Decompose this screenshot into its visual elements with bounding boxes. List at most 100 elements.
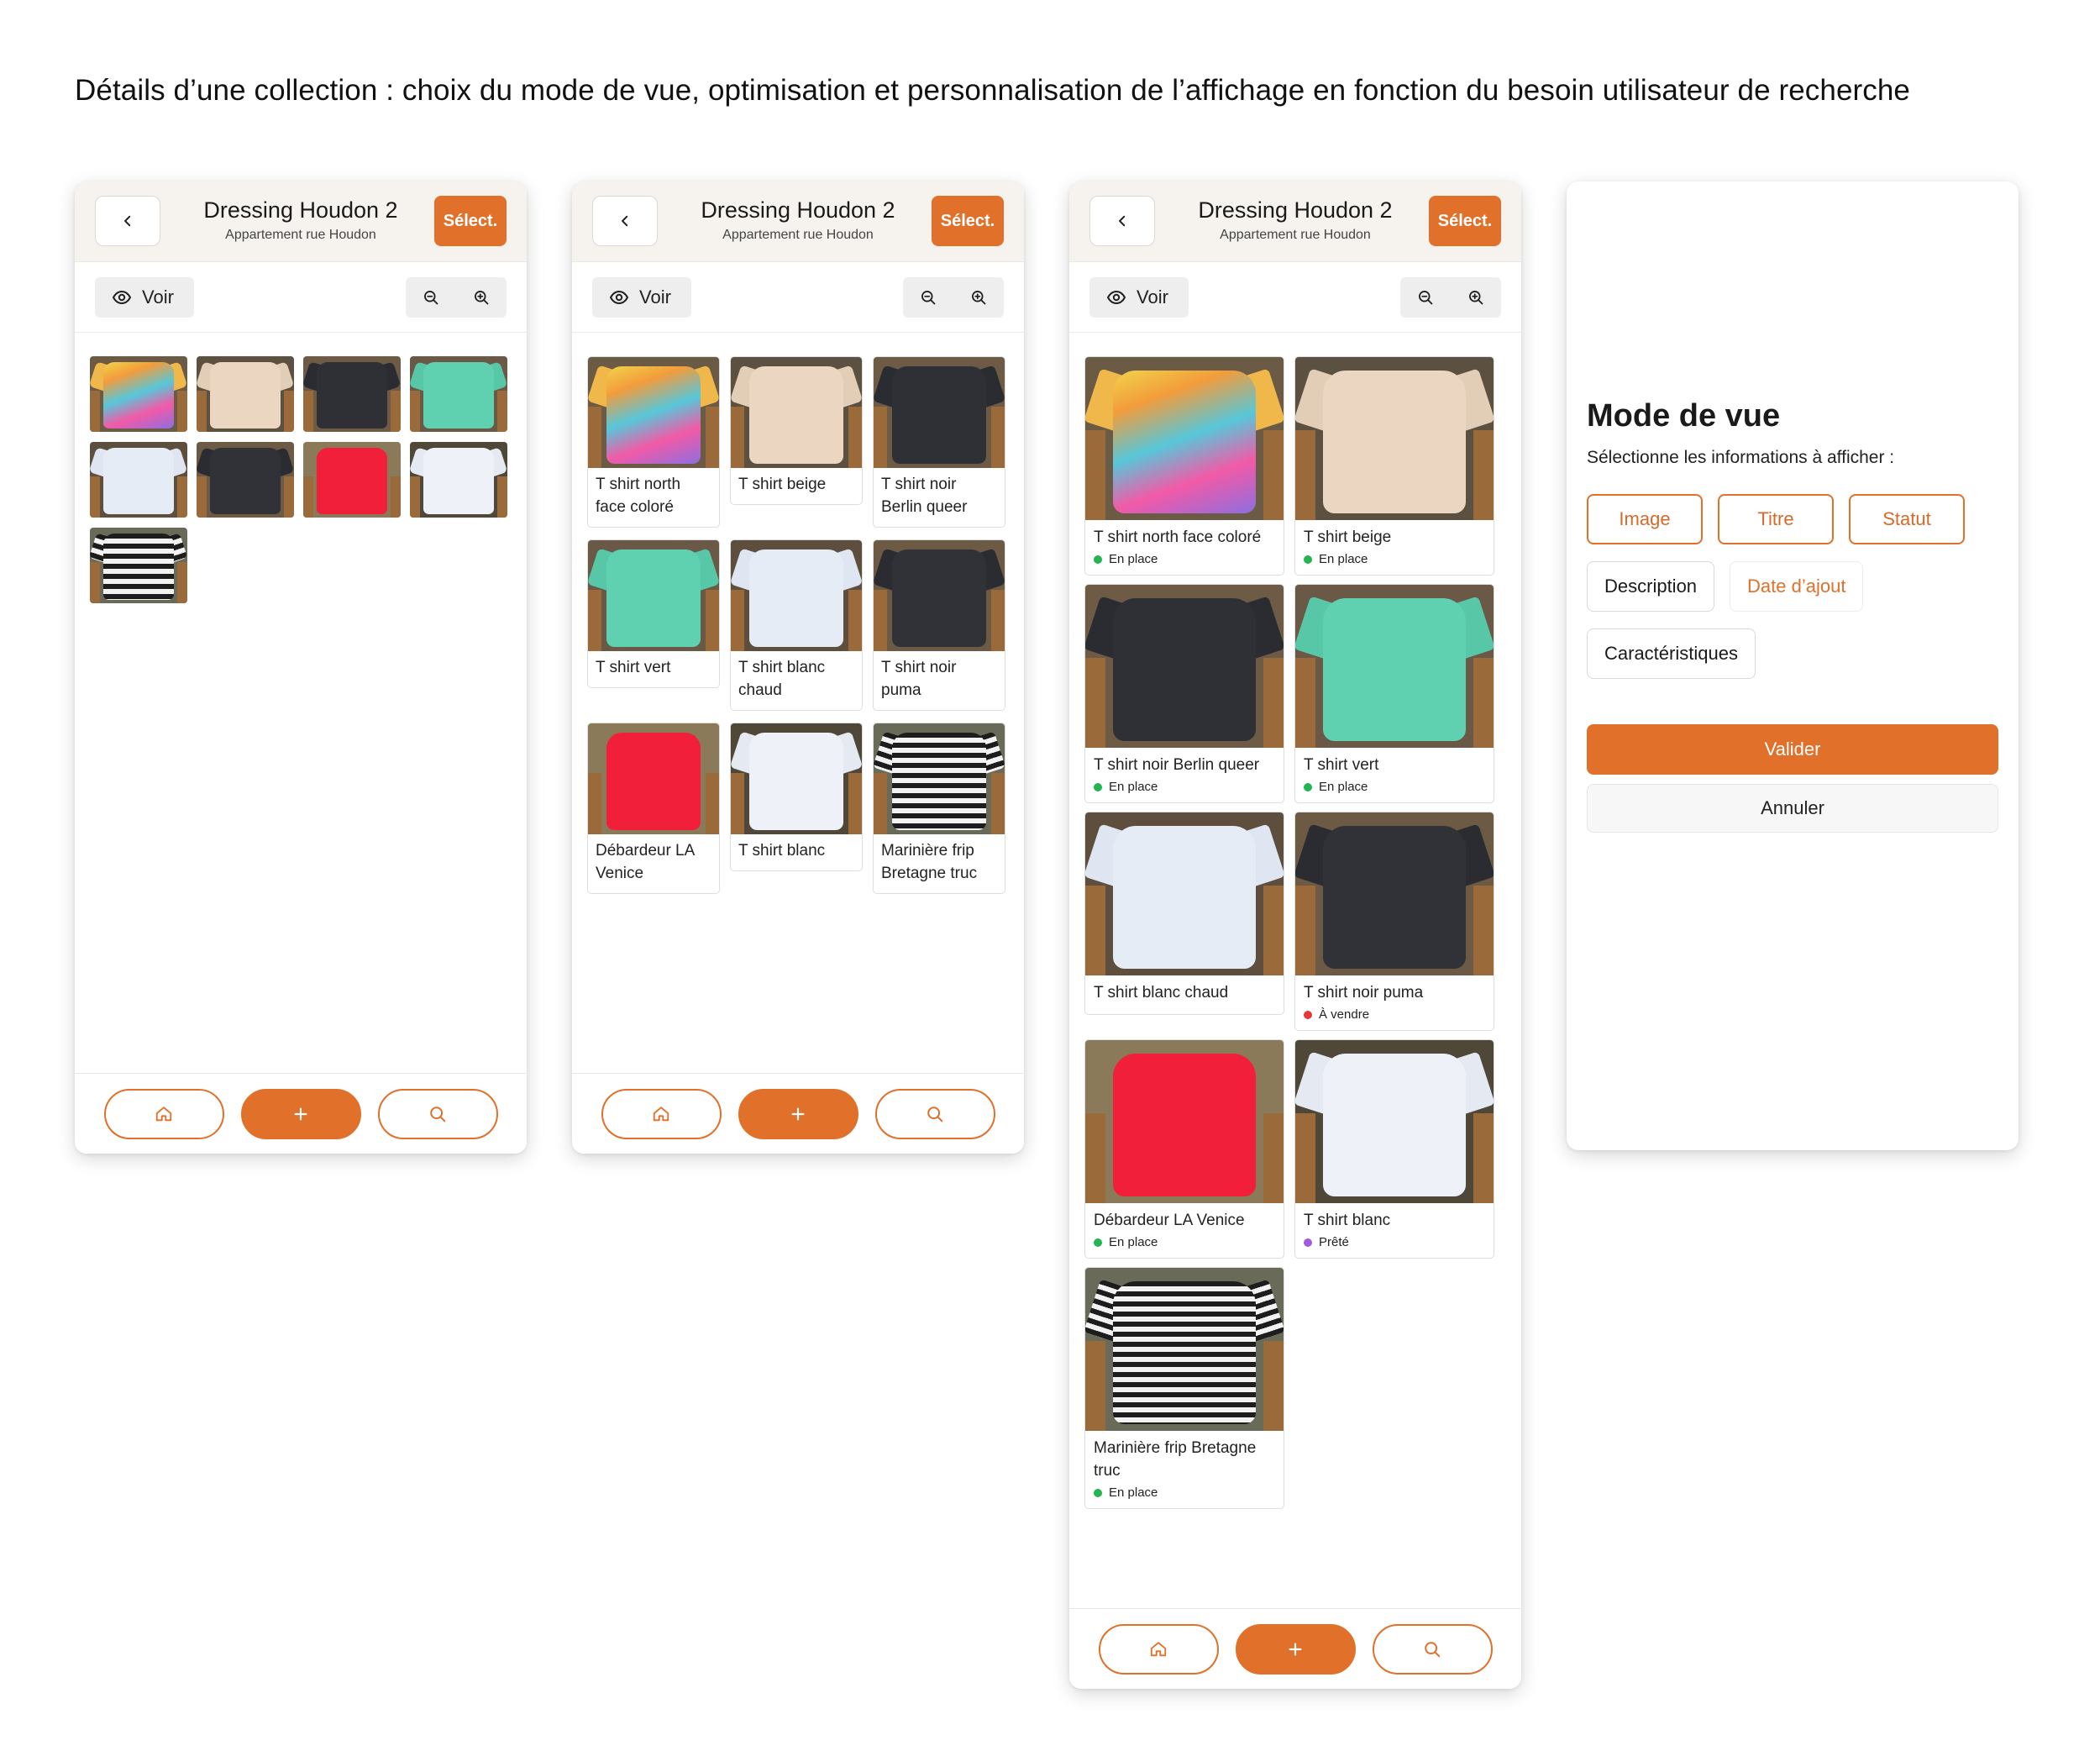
search-button[interactable] [1372, 1623, 1493, 1675]
item-thumbnail[interactable] [90, 528, 187, 603]
item-card[interactable]: T shirt vert [587, 539, 720, 688]
garment-shape [303, 476, 313, 518]
garment-shape [1323, 825, 1466, 970]
home-button[interactable] [103, 1088, 224, 1139]
item-card[interactable]: T shirt noir puma À vendre [1294, 812, 1494, 1031]
item-thumbnail[interactable] [197, 442, 294, 518]
option-date-added-chip[interactable]: Date d’ajout [1730, 561, 1864, 612]
item-thumbnail [588, 723, 719, 834]
item-card[interactable]: Marinière frip Bretagne truc En place [1084, 1267, 1284, 1509]
cancel-button[interactable]: Annuler [1587, 784, 1998, 833]
select-button[interactable]: Sélect. [932, 196, 1004, 246]
zoom-controls [1400, 277, 1501, 318]
garment-shape [423, 362, 494, 429]
item-card[interactable]: T shirt noir puma [873, 539, 1005, 711]
item-card[interactable]: T shirt beige [730, 356, 863, 505]
item-thumbnail [1085, 357, 1284, 520]
home-icon [155, 1106, 172, 1121]
status-label: À vendre [1319, 1007, 1370, 1022]
search-button[interactable] [874, 1088, 995, 1139]
garment-shape [317, 448, 387, 515]
eye-icon [112, 290, 132, 305]
item-thumbnail[interactable] [90, 356, 187, 432]
garment-shape [210, 362, 281, 429]
garment-shape [891, 732, 987, 830]
zoom-out-button[interactable] [908, 277, 948, 318]
collection-header: Dressing Houdon 2 Appartement rue Houdon… [1069, 181, 1521, 262]
zoom-in-button[interactable] [461, 277, 501, 318]
item-title: T shirt vert [596, 659, 671, 676]
item-thumbnail[interactable] [90, 442, 187, 518]
add-item-button[interactable] [738, 1088, 858, 1139]
view-mode-panel: Mode de vue Sélectionne les informations… [1567, 181, 2019, 1150]
status-dot [1094, 782, 1102, 791]
search-button[interactable] [377, 1088, 498, 1139]
item-card[interactable]: T shirt noir Berlin queer En place [1084, 584, 1284, 803]
garment-shape [177, 476, 187, 518]
item-thumbnail[interactable] [197, 356, 294, 432]
garment-shape [1295, 658, 1315, 748]
item-card[interactable]: T shirt blanc chaud [1084, 812, 1284, 1015]
status-dot [1094, 1238, 1102, 1247]
status-dot [1304, 555, 1312, 564]
item-thumbnail[interactable] [410, 442, 507, 518]
add-item-button[interactable] [1235, 1623, 1356, 1675]
garment-shape [1323, 1053, 1466, 1197]
view-mode-button[interactable]: Voir [95, 277, 194, 318]
garment-shape [731, 590, 744, 651]
plus-icon [1289, 1642, 1302, 1656]
item-title: Débardeur LA Venice [596, 842, 695, 882]
garment-shape [1263, 1341, 1284, 1431]
select-button[interactable]: Sélect. [1429, 196, 1501, 246]
garment-shape [991, 773, 1005, 834]
item-card[interactable]: Débardeur LA Venice En place [1084, 1039, 1284, 1259]
item-card[interactable]: T shirt vert En place [1294, 584, 1494, 803]
option-characteristics-chip[interactable]: Caractéristiques [1587, 628, 1756, 679]
back-button[interactable] [95, 196, 160, 246]
home-button[interactable] [601, 1088, 722, 1139]
collection-title: Dressing Houdon 2 [203, 197, 398, 223]
garment-shape [103, 448, 174, 515]
zoom-in-button[interactable] [1456, 277, 1496, 318]
view-mode-button[interactable]: Voir [1089, 277, 1189, 318]
home-button[interactable] [1098, 1623, 1219, 1675]
item-card[interactable]: T shirt blanc [730, 723, 863, 871]
item-card[interactable]: T shirt beige En place [1294, 356, 1494, 576]
garment-shape [848, 590, 862, 651]
zoom-out-button[interactable] [411, 277, 451, 318]
zoom-in-button[interactable] [958, 277, 999, 318]
item-card[interactable]: T shirt north face coloré [587, 356, 720, 528]
search-icon [430, 1106, 446, 1122]
back-button[interactable] [592, 196, 658, 246]
item-card[interactable]: T shirt blanc chaud [730, 539, 863, 711]
status-label: En place [1319, 552, 1368, 566]
validate-button[interactable]: Valider [1587, 724, 1998, 775]
option-image-chip[interactable]: Image [1587, 494, 1703, 544]
option-status-chip[interactable]: Statut [1849, 494, 1965, 544]
item-thumbnail[interactable] [303, 442, 401, 518]
item-thumbnail[interactable] [410, 356, 507, 432]
item-card[interactable]: Marinière frip Bretagne truc [873, 723, 1005, 894]
garment-shape [1473, 886, 1494, 975]
item-card[interactable]: Débardeur LA Venice [587, 723, 720, 894]
view-mode-button[interactable]: Voir [592, 277, 691, 318]
item-card[interactable]: T shirt noir Berlin queer [873, 356, 1005, 528]
garment-shape [731, 773, 744, 834]
zoom-out-icon [424, 291, 438, 305]
select-button[interactable]: Sélect. [434, 196, 507, 246]
garment-shape [606, 365, 701, 464]
display-options: Image Titre Statut Description Date d’aj… [1587, 494, 2007, 679]
back-button[interactable] [1089, 196, 1155, 246]
bottom-nav [75, 1073, 527, 1154]
screen-status-grid: Dressing Houdon 2 Appartement rue Houdon… [1069, 181, 1521, 1689]
garment-shape [177, 561, 187, 603]
option-title-chip[interactable]: Titre [1718, 494, 1834, 544]
add-item-button[interactable] [240, 1088, 361, 1139]
item-status: En place [1295, 550, 1494, 575]
item-status: En place [1085, 550, 1284, 575]
option-description-chip[interactable]: Description [1587, 561, 1715, 612]
item-card[interactable]: T shirt blanc Prêté [1294, 1039, 1494, 1259]
item-card[interactable]: T shirt north face coloré En place [1084, 356, 1284, 576]
zoom-out-button[interactable] [1405, 277, 1446, 318]
item-thumbnail[interactable] [303, 356, 401, 432]
